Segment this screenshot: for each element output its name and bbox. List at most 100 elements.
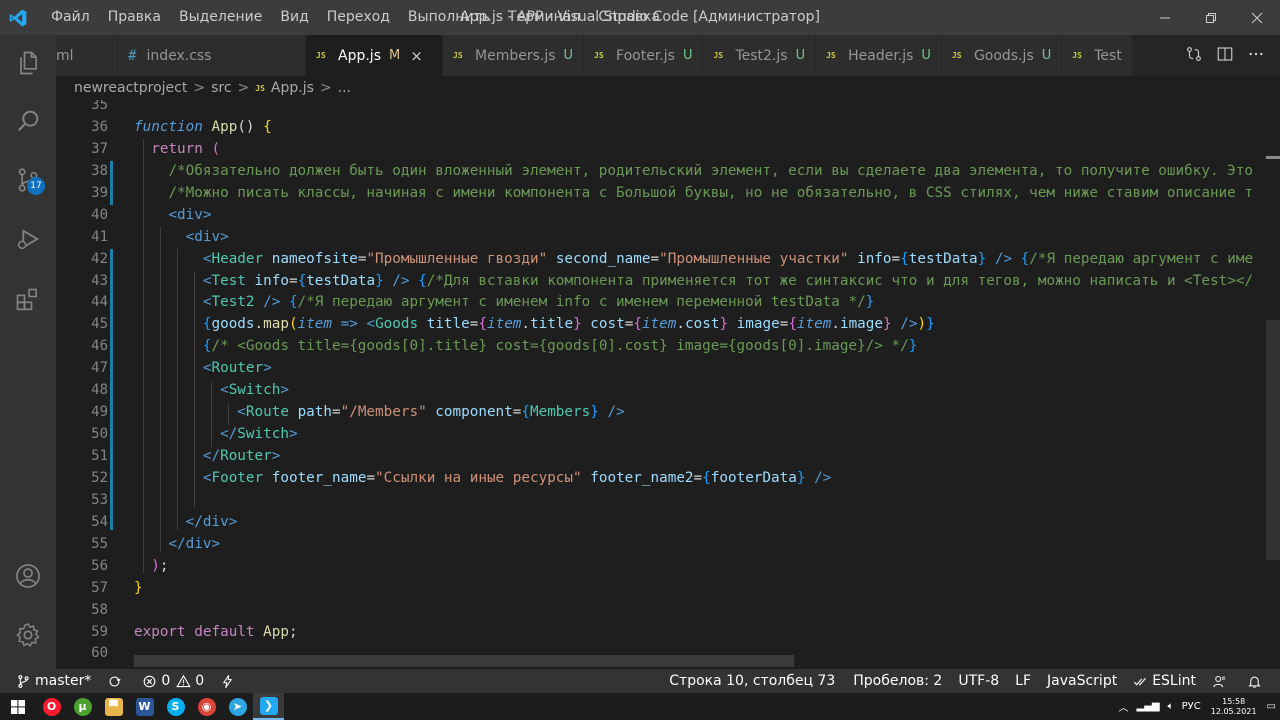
minimize-icon[interactable]	[1142, 0, 1188, 35]
code-token: Router	[220, 448, 272, 464]
explorer-icon[interactable]	[0, 35, 56, 91]
tab[interactable]: JS Test2.js U	[703, 35, 817, 76]
breadcrumb-folder[interactable]: src	[211, 80, 231, 96]
restore-icon[interactable]	[1188, 0, 1234, 35]
search-icon[interactable]	[0, 93, 56, 149]
eslint-status[interactable]: ESLint	[1125, 669, 1204, 693]
js-file-icon: JS	[594, 51, 604, 60]
cursor-position[interactable]: Строка 10, столбец 73	[661, 669, 843, 693]
notification-center-icon[interactable]: ▭	[1267, 701, 1276, 712]
code-token: App	[211, 118, 238, 135]
taskbar-app-chrome[interactable]: ◉	[191, 693, 222, 720]
js-file-icon: JS	[826, 51, 836, 60]
compare-changes-icon[interactable]	[1185, 45, 1203, 67]
clock[interactable]: 15:58 12.05.2021	[1211, 697, 1257, 717]
tab[interactable]: JS Members.js U	[443, 35, 585, 76]
sync-status[interactable]	[99, 669, 134, 693]
tray-chevron-icon[interactable]: ︿	[1119, 699, 1129, 714]
code-token: <	[366, 316, 376, 333]
taskbar-app-vscode[interactable]: ❯	[253, 693, 284, 720]
tab[interactable]: JS Header.js U	[816, 35, 942, 76]
taskbar-app-skype[interactable]: S	[160, 693, 191, 720]
code-line: <Footer footer_name="Ссылки на иные ресу…	[134, 468, 1274, 490]
account-icon[interactable]	[0, 548, 56, 604]
code-token: /*Можно писать классы, начиная с имени к…	[168, 184, 1253, 201]
run-debug-icon[interactable]	[0, 211, 56, 267]
breadcrumb-project[interactable]: newreactproject	[74, 80, 187, 96]
settings-gear-icon[interactable]	[0, 607, 56, 663]
windows-start-icon[interactable]	[0, 693, 36, 720]
menu-item[interactable]: Терминал	[499, 0, 589, 35]
menu-item[interactable]: Файл	[42, 0, 99, 35]
taskbar-app-word[interactable]: W	[129, 693, 160, 720]
network-icon[interactable]: ▂▄▆	[1137, 701, 1160, 712]
live-share-status[interactable]	[212, 669, 247, 693]
split-editor-icon[interactable]	[1216, 45, 1234, 67]
taskbar-app-file-explorer[interactable]: ▀	[98, 693, 129, 720]
problems-status[interactable]: 0 0	[134, 669, 212, 693]
code-token: div	[202, 513, 229, 530]
menu-item[interactable]: Правка	[99, 0, 170, 35]
code-token: /*Обязательно должен быть один вложенный…	[168, 162, 1253, 179]
tab[interactable]: JS App.js M ×	[306, 35, 443, 76]
tab[interactable]: JS Test	[1062, 35, 1133, 76]
menu-item[interactable]: Переход	[318, 0, 399, 35]
taskbar-app-utorrent[interactable]: µ	[67, 693, 98, 720]
source-control-icon[interactable]: 17	[0, 152, 56, 208]
taskbar-app-opera[interactable]: O	[36, 693, 67, 720]
code-lines: function App() { return ( /*Обязательно …	[134, 100, 1274, 665]
menu-item[interactable]: Выполнить	[399, 0, 499, 35]
code-token: {	[288, 294, 298, 311]
line-number: 39	[91, 184, 108, 201]
more-actions-icon[interactable]	[1247, 45, 1265, 67]
js-file-icon: JS	[255, 83, 265, 93]
opera-icon: O	[42, 697, 61, 716]
indentation[interactable]: Пробелов: 2	[845, 669, 950, 693]
tab-label: Test	[1094, 47, 1122, 64]
language-mode[interactable]: JavaScript	[1039, 669, 1125, 693]
close-window-icon[interactable]	[1234, 0, 1280, 35]
code-token: component	[435, 404, 513, 421]
tab[interactable]: # index.css	[118, 35, 306, 76]
menu-item[interactable]: Вид	[271, 0, 317, 35]
volume-icon[interactable]: 🔈︎	[1168, 701, 1174, 712]
code-token: />	[607, 404, 625, 421]
line-number: 57	[91, 579, 108, 596]
vertical-scrollbar[interactable]	[1266, 320, 1280, 560]
line-number: 56	[91, 557, 108, 574]
js-file-icon: JS	[951, 51, 962, 60]
code-token: >	[202, 206, 212, 223]
code-editor[interactable]: 35 36 37 38 39 40 41 42 43 44 45 46 47 48 49 50 51 52 53 54…	[56, 100, 1280, 669]
branch-status[interactable]: master*	[0, 669, 99, 693]
code-token: =	[693, 469, 703, 486]
end-of-line[interactable]: LF	[1007, 669, 1039, 693]
tab[interactable]: JS Goods.js U	[941, 35, 1063, 76]
close-tab-icon[interactable]: ×	[410, 47, 423, 65]
horizontal-scrollbar[interactable]	[134, 655, 794, 667]
language-indicator[interactable]: РУС	[1182, 701, 1201, 712]
menu-item[interactable]: Справка	[589, 0, 669, 35]
line-number: 44	[91, 294, 108, 311]
breadcrumb-file[interactable]: App.js	[271, 80, 314, 96]
feedback-status[interactable]	[1204, 669, 1239, 693]
tab[interactable]: JS Footer.js U	[584, 35, 704, 76]
tab[interactable]: ml	[56, 35, 118, 76]
activity-bar: 17	[0, 35, 56, 669]
notifications-status[interactable]	[1239, 669, 1274, 693]
editor-actions	[1170, 35, 1280, 76]
encoding[interactable]: UTF-8	[950, 669, 1007, 693]
breadcrumb-symbol[interactable]: ...	[338, 80, 351, 96]
warning-count: 0	[195, 673, 205, 689]
menu-item[interactable]: Выделение	[170, 0, 271, 35]
status-bar: master* 0 0 Строка 10, столбец 73 Пробел…	[0, 669, 1280, 693]
taskbar-app-telegram[interactable]: ➤	[222, 693, 253, 720]
extensions-icon[interactable]	[0, 272, 56, 328]
code-token: "Промышленные участки"	[659, 250, 849, 267]
code-line: <Router>	[134, 358, 1274, 380]
